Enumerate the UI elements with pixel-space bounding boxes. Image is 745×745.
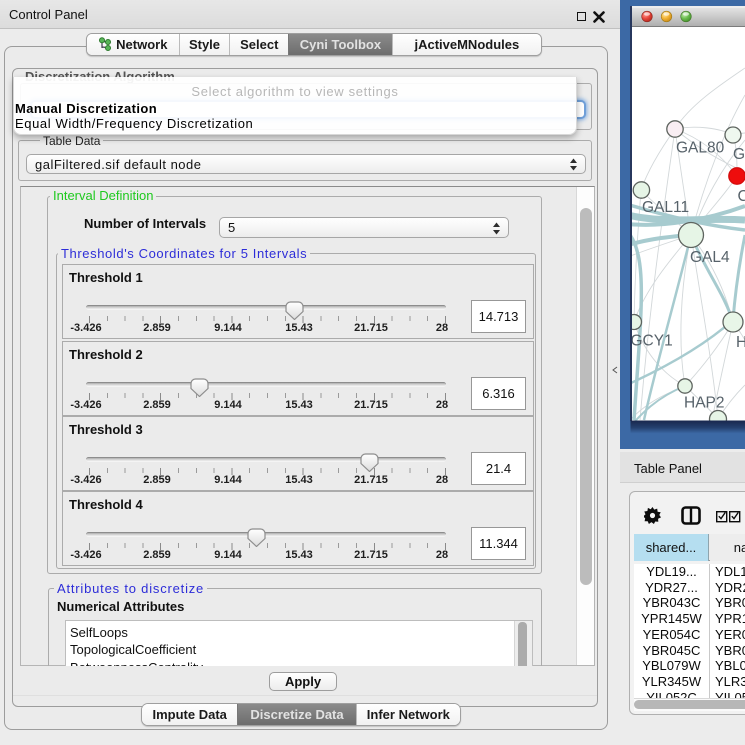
svg-text:C: C xyxy=(738,188,745,205)
svg-text:GCY1: GCY1 xyxy=(631,333,673,350)
svg-text:GAL80: GAL80 xyxy=(676,140,725,157)
svg-text:H: H xyxy=(736,334,745,351)
svg-text:HAP2: HAP2 xyxy=(684,395,725,412)
svg-text:GAL4: GAL4 xyxy=(690,249,730,266)
svg-text:G.: G. xyxy=(733,146,745,163)
svg-text:GAL11: GAL11 xyxy=(642,199,689,216)
